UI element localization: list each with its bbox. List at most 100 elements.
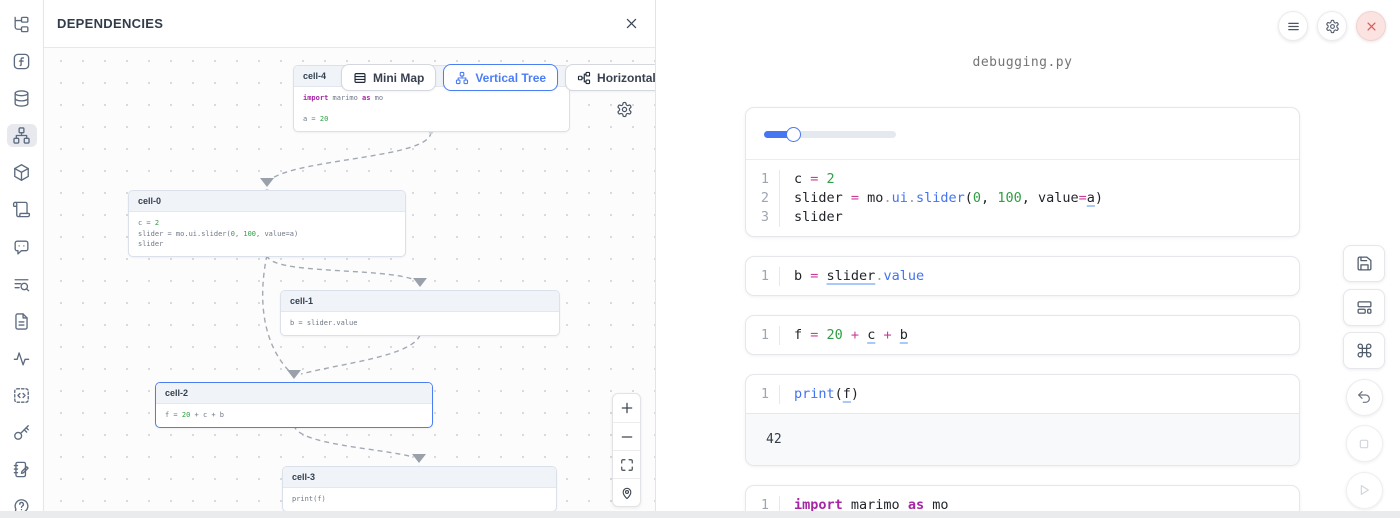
code-row: 1c = 2 [746,170,1299,189]
sidebar-item-variables[interactable] [7,50,37,73]
graph-node-code: c = 2slider = mo.ui.slider(0, 100, value… [129,212,405,256]
fullscreen-icon [620,458,634,472]
sidebar-item-snippets[interactable] [7,384,37,407]
menu-icon [1286,19,1301,34]
dependency-graph-canvas[interactable]: cell-4import marimo as mo a = 20cell-0c … [44,48,655,518]
graph-node-cell-1[interactable]: cell-1 b = slider.value [280,290,560,336]
marimo-app: DEPENDENCIES [0,0,1400,518]
notebook-cell-print[interactable]: 1print(f) 42 [745,374,1300,466]
line-number: 1 [746,385,780,404]
sidebar-item-scratchpad[interactable] [7,458,37,481]
notebook-cell-f-assign[interactable]: 1f = 20 + c + b [745,315,1300,355]
horizontal-tree-icon [577,71,591,85]
graph-node-code: b = slider.value [281,312,559,335]
notebook-filename[interactable]: debugging.py [745,55,1300,70]
close-icon [1364,19,1379,34]
vertical-tree-label: Vertical Tree [475,71,546,85]
code-line: f = 20 + c + b [780,326,908,345]
panel-close-button[interactable] [624,16,639,31]
close-icon [624,16,639,31]
line-number: 2 [746,189,780,208]
graph-node-code: print(f) [283,488,556,511]
graph-node-title: cell-1 [281,291,559,312]
log-search-icon [12,275,31,294]
rows-icon [353,71,367,85]
horizontal-tree-button[interactable]: Horizontal Tree [565,64,655,91]
sidebar-item-secrets[interactable] [7,421,37,444]
graph-code-line: print(f) [292,494,547,505]
graph-node-title: cell-3 [283,467,556,488]
graph-node-cell-3[interactable]: cell-3 print(f) [282,466,557,512]
sidebar-item-tracing[interactable] [7,347,37,370]
save-icon [1356,255,1373,272]
document-icon [12,312,31,331]
line-number: 1 [746,326,780,345]
save-button[interactable] [1343,245,1385,282]
graph-view-toolbar: Mini Map Vertical Tree Horizontal Tree [341,64,655,91]
undo-icon [1356,389,1372,405]
sidebar-item-data-sources[interactable] [7,87,37,110]
code-line: slider = mo.ui.slider(0, 100, value=a) [780,189,1103,208]
graph-node-code: import marimo as mo a = 20 [294,87,569,131]
graph-code-line: a = 20 [303,114,560,125]
horizontal-tree-label: Horizontal Tree [597,71,655,85]
stop-button[interactable] [1346,425,1383,462]
cell-code-editor[interactable]: 1b = slider.value [746,257,1299,295]
edge-arrowhead [412,454,426,463]
locate-node-button[interactable] [613,478,640,506]
notebook-settings-button[interactable] [1317,11,1347,41]
cell-code-editor[interactable]: 1f = 20 + c + b [746,316,1299,354]
mini-map-button[interactable]: Mini Map [341,64,436,91]
sidebar-item-packages[interactable] [7,161,37,184]
code-row: 1print(f) [746,385,1299,404]
code-row: 3slider [746,208,1299,227]
line-number: 1 [746,170,780,189]
chat-bot-icon [12,238,31,257]
gear-icon [616,101,633,118]
edge-arrowhead [287,370,301,379]
cell-output: 42 [746,413,1299,465]
notebook-cells: 1c = 22slider = mo.ui.slider(0, 100, val… [745,107,1300,518]
graph-node-cell-0[interactable]: cell-0c = 2slider = mo.ui.slider(0, 100,… [128,190,406,257]
bottom-scrollbar-track[interactable] [0,511,1400,518]
graph-code-line [303,104,560,115]
graph-node-cell-2[interactable]: cell-2f = 20 + c + b [155,382,433,428]
dependency-edge-cell2-cell3 [294,425,413,457]
activity-icon [12,349,31,368]
slider-track[interactable] [764,131,896,138]
gear-icon [1325,19,1340,34]
sidebar-item-chat[interactable] [7,235,37,258]
database-icon [12,89,31,108]
notebook-cell-slider[interactable]: 1c = 22slider = mo.ui.slider(0, 100, val… [745,107,1300,237]
vertical-tree-icon [455,71,469,85]
graph-code-line: import marimo as mo [303,93,560,104]
notebook-menu-button[interactable] [1278,11,1308,41]
layout-button[interactable] [1343,289,1385,326]
zoom-out-button[interactable] [613,422,640,450]
graph-node-code: f = 20 + c + b [156,404,432,427]
sidebar-item-file-explorer[interactable] [7,13,37,36]
run-button[interactable] [1346,472,1383,509]
undo-button[interactable] [1346,379,1383,416]
sidebar-item-documentation[interactable] [7,198,37,221]
sidebar-item-outline[interactable] [7,310,37,333]
sidebar-item-dependencies[interactable] [7,124,37,147]
command-palette-button[interactable] [1343,332,1385,369]
slider-thumb[interactable] [786,127,801,142]
vertical-tree-button[interactable]: Vertical Tree [443,64,558,91]
panel-title: DEPENDENCIES [57,16,163,31]
play-icon [1356,482,1372,498]
edge-arrowhead [260,178,274,187]
fit-view-button[interactable] [613,450,640,478]
zoom-in-button[interactable] [613,394,640,422]
cell-code-editor[interactable]: 1print(f) [746,375,1299,413]
sidebar-item-logs[interactable] [7,273,37,296]
notebook-cell-b-assign[interactable]: 1b = slider.value [745,256,1300,296]
graph-settings-button[interactable] [616,101,633,118]
code-line: b = slider.value [780,267,924,286]
dependency-edge-cell0-cell1 [267,255,415,280]
cell-code-editor[interactable]: 1c = 22slider = mo.ui.slider(0, 100, val… [746,160,1299,236]
graph-code-line: b = slider.value [290,318,550,329]
shutdown-button[interactable] [1356,11,1386,41]
sidebar [0,0,44,518]
